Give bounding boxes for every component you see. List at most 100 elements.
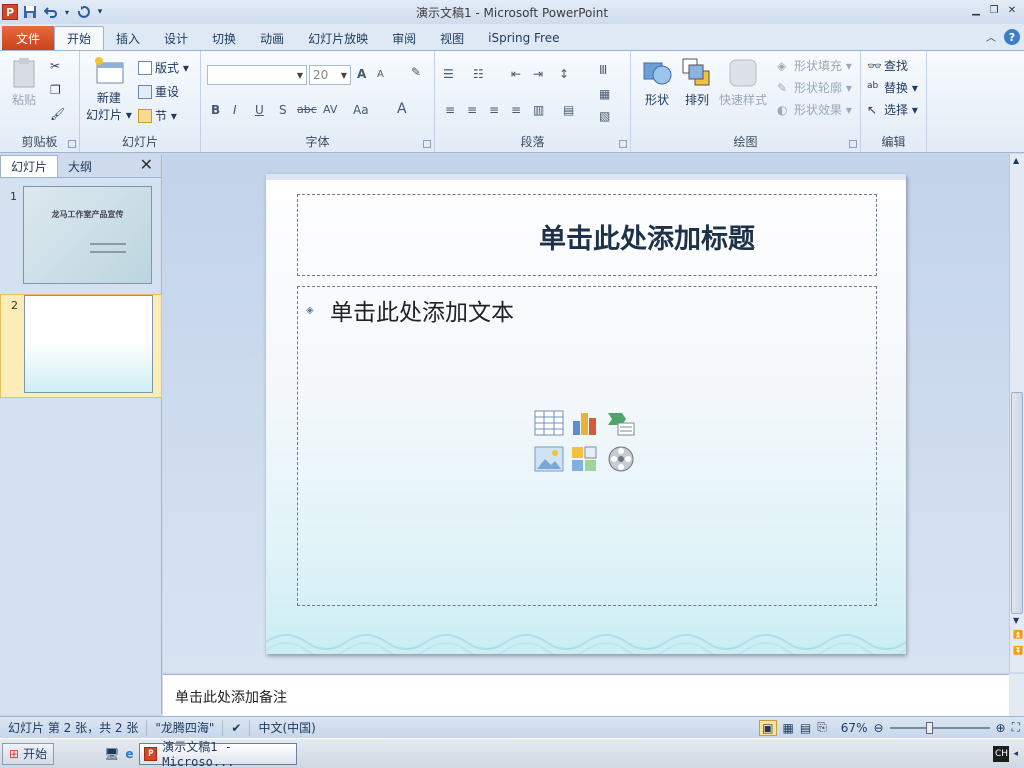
justify-icon[interactable]: ≡	[511, 103, 521, 117]
zoom-out-icon[interactable]: ⊖	[873, 721, 883, 735]
internet-explorer-icon[interactable]: e	[125, 747, 133, 761]
insert-smartart-icon[interactable]	[606, 409, 636, 437]
notes-pane[interactable]: 单击此处添加备注	[163, 674, 1009, 716]
font-size-combo[interactable]: 20 ▼	[309, 65, 351, 85]
tab-animations[interactable]: 动画	[248, 26, 296, 50]
tab-home[interactable]: 开始	[54, 26, 105, 50]
increase-indent-icon[interactable]: ⇥	[533, 67, 543, 81]
columns-icon[interactable]: ▤	[563, 103, 574, 117]
align-left-icon[interactable]: ≡	[445, 103, 455, 117]
minimize-ribbon-icon[interactable]: ︿	[986, 29, 996, 45]
slideshow-view-icon[interactable]: ⎘	[817, 720, 827, 735]
tab-view[interactable]: 视图	[428, 26, 476, 50]
slide-thumbnail[interactable]: 龙马工作室产品宣传	[23, 186, 152, 284]
minimize-icon[interactable]: ▁	[968, 3, 984, 17]
arrange-button[interactable]: 排列	[681, 57, 713, 108]
show-desktop-icon[interactable]: 🖥	[104, 747, 119, 761]
font-color-button[interactable]: A	[397, 101, 407, 117]
insert-clipart-icon[interactable]	[570, 445, 600, 473]
taskbar-powerpoint-window[interactable]: P 演示文稿1 - Microso...	[139, 740, 298, 768]
zoom-slider-thumb[interactable]	[925, 721, 933, 734]
shrink-font-button[interactable]: A	[377, 69, 384, 80]
slide-count-status[interactable]: 幻灯片 第 2 张，共 2 张	[0, 719, 148, 736]
insert-table-icon[interactable]	[534, 409, 564, 437]
undo-dropdown-icon[interactable]: ▾	[63, 3, 71, 21]
shadow-button[interactable]: S	[279, 103, 287, 117]
tab-design[interactable]: 设计	[152, 26, 200, 50]
copy-button[interactable]: ❐	[50, 83, 64, 97]
insert-picture-icon[interactable]	[534, 445, 564, 473]
replace-button[interactable]: ab 替换 ▾	[867, 79, 918, 96]
customize-qat-icon[interactable]: ▾	[95, 3, 105, 21]
smartart-icon[interactable]: ▧	[599, 109, 610, 123]
editor-vertical-scrollbar[interactable]: ▲ ▼ ⏫ ⏬	[1009, 154, 1024, 672]
dialog-launcher-icon[interactable]	[619, 140, 627, 148]
dialog-launcher-icon[interactable]	[68, 140, 76, 148]
distribute-icon[interactable]: ▥	[533, 103, 544, 117]
zoom-slider[interactable]	[889, 721, 990, 734]
slide-thumbnail[interactable]	[24, 295, 153, 393]
line-spacing-icon[interactable]: ↕	[559, 67, 569, 81]
notes-scrollbar[interactable]	[1009, 674, 1024, 716]
slide-thumbnail-row[interactable]: 2	[0, 294, 162, 398]
redo-icon[interactable]	[74, 3, 92, 21]
numbering-icon[interactable]: ☷	[473, 67, 484, 81]
tray-arrow-icon[interactable]: ◂	[1013, 749, 1018, 759]
zoom-level[interactable]: 67%	[841, 721, 868, 735]
shape-outline-button[interactable]: ✎ 形状轮廓 ▾	[777, 79, 852, 96]
tab-transitions[interactable]: 切换	[200, 26, 248, 50]
notes-placeholder[interactable]: 单击此处添加备注	[175, 687, 287, 707]
restore-icon[interactable]: ❐	[986, 3, 1002, 17]
align-text-icon[interactable]: ▦	[599, 87, 610, 101]
font-name-combo[interactable]: ▼	[207, 65, 307, 85]
reset-button[interactable]: 重设	[138, 83, 179, 100]
text-direction-icon[interactable]: Ⅲ	[599, 63, 607, 77]
zoom-in-icon[interactable]: ⊕	[996, 721, 1006, 735]
next-slide-icon[interactable]: ⏬	[1013, 646, 1023, 655]
layout-button[interactable]: 版式 ▾	[138, 59, 189, 76]
reading-view-icon[interactable]: ▤	[800, 721, 811, 735]
slide-sorter-icon[interactable]: ▦	[783, 721, 794, 735]
change-case-button[interactable]: Aa	[353, 103, 369, 117]
insert-media-icon[interactable]	[606, 445, 636, 473]
bullets-icon[interactable]: ☰	[443, 67, 454, 81]
normal-view-icon[interactable]: ▣	[759, 719, 777, 736]
prev-slide-icon[interactable]: ⏫	[1013, 630, 1023, 639]
ime-indicator[interactable]: CH	[993, 745, 1010, 762]
close-icon[interactable]: ✕	[1004, 3, 1020, 17]
title-placeholder[interactable]: 单击此处添加标题	[297, 194, 877, 276]
shapes-button[interactable]: 形状	[641, 57, 673, 108]
dialog-launcher-icon[interactable]	[423, 140, 431, 148]
quick-styles-button[interactable]: 快速样式	[719, 57, 767, 108]
tab-slides[interactable]: 幻灯片	[0, 155, 59, 177]
grow-font-button[interactable]: A	[357, 67, 366, 81]
tab-review[interactable]: 审阅	[380, 26, 428, 50]
italic-button[interactable]: I	[233, 103, 237, 117]
select-button[interactable]: ↖ 选择 ▾	[867, 101, 918, 118]
strikethrough-button[interactable]: abc	[297, 103, 317, 116]
align-center-icon[interactable]: ≡	[467, 103, 477, 117]
tab-ispring[interactable]: iSpring Free	[476, 26, 571, 50]
tab-insert[interactable]: 插入	[104, 26, 152, 50]
decrease-indent-icon[interactable]: ⇤	[511, 67, 521, 81]
undo-icon[interactable]	[42, 3, 60, 21]
close-panel-icon[interactable]: ✕	[140, 155, 153, 174]
section-button[interactable]: 节 ▾	[138, 107, 177, 124]
theme-status[interactable]: "龙腾四海"	[147, 719, 224, 736]
insert-chart-icon[interactable]	[570, 409, 600, 437]
tab-file[interactable]: 文件	[2, 26, 54, 50]
tab-outline[interactable]: 大纲	[58, 155, 102, 177]
char-spacing-button[interactable]: AV	[323, 103, 337, 116]
scroll-up-icon[interactable]: ▲	[1013, 156, 1019, 165]
scroll-down-icon[interactable]: ▼	[1013, 616, 1019, 625]
clear-format-icon[interactable]: ✎	[411, 65, 421, 79]
start-button[interactable]: ⊞ 开始	[2, 742, 55, 765]
find-button[interactable]: 👓 查找	[867, 57, 908, 74]
new-slide-button[interactable]: 新建 幻灯片 ▾	[86, 55, 132, 123]
save-icon[interactable]	[21, 3, 39, 21]
language-status[interactable]: 中文(中国)	[250, 720, 323, 736]
scroll-thumb[interactable]	[1011, 392, 1023, 614]
align-right-icon[interactable]: ≡	[489, 103, 499, 117]
underline-button[interactable]: U	[255, 103, 264, 117]
tab-slideshow[interactable]: 幻灯片放映	[296, 26, 380, 50]
